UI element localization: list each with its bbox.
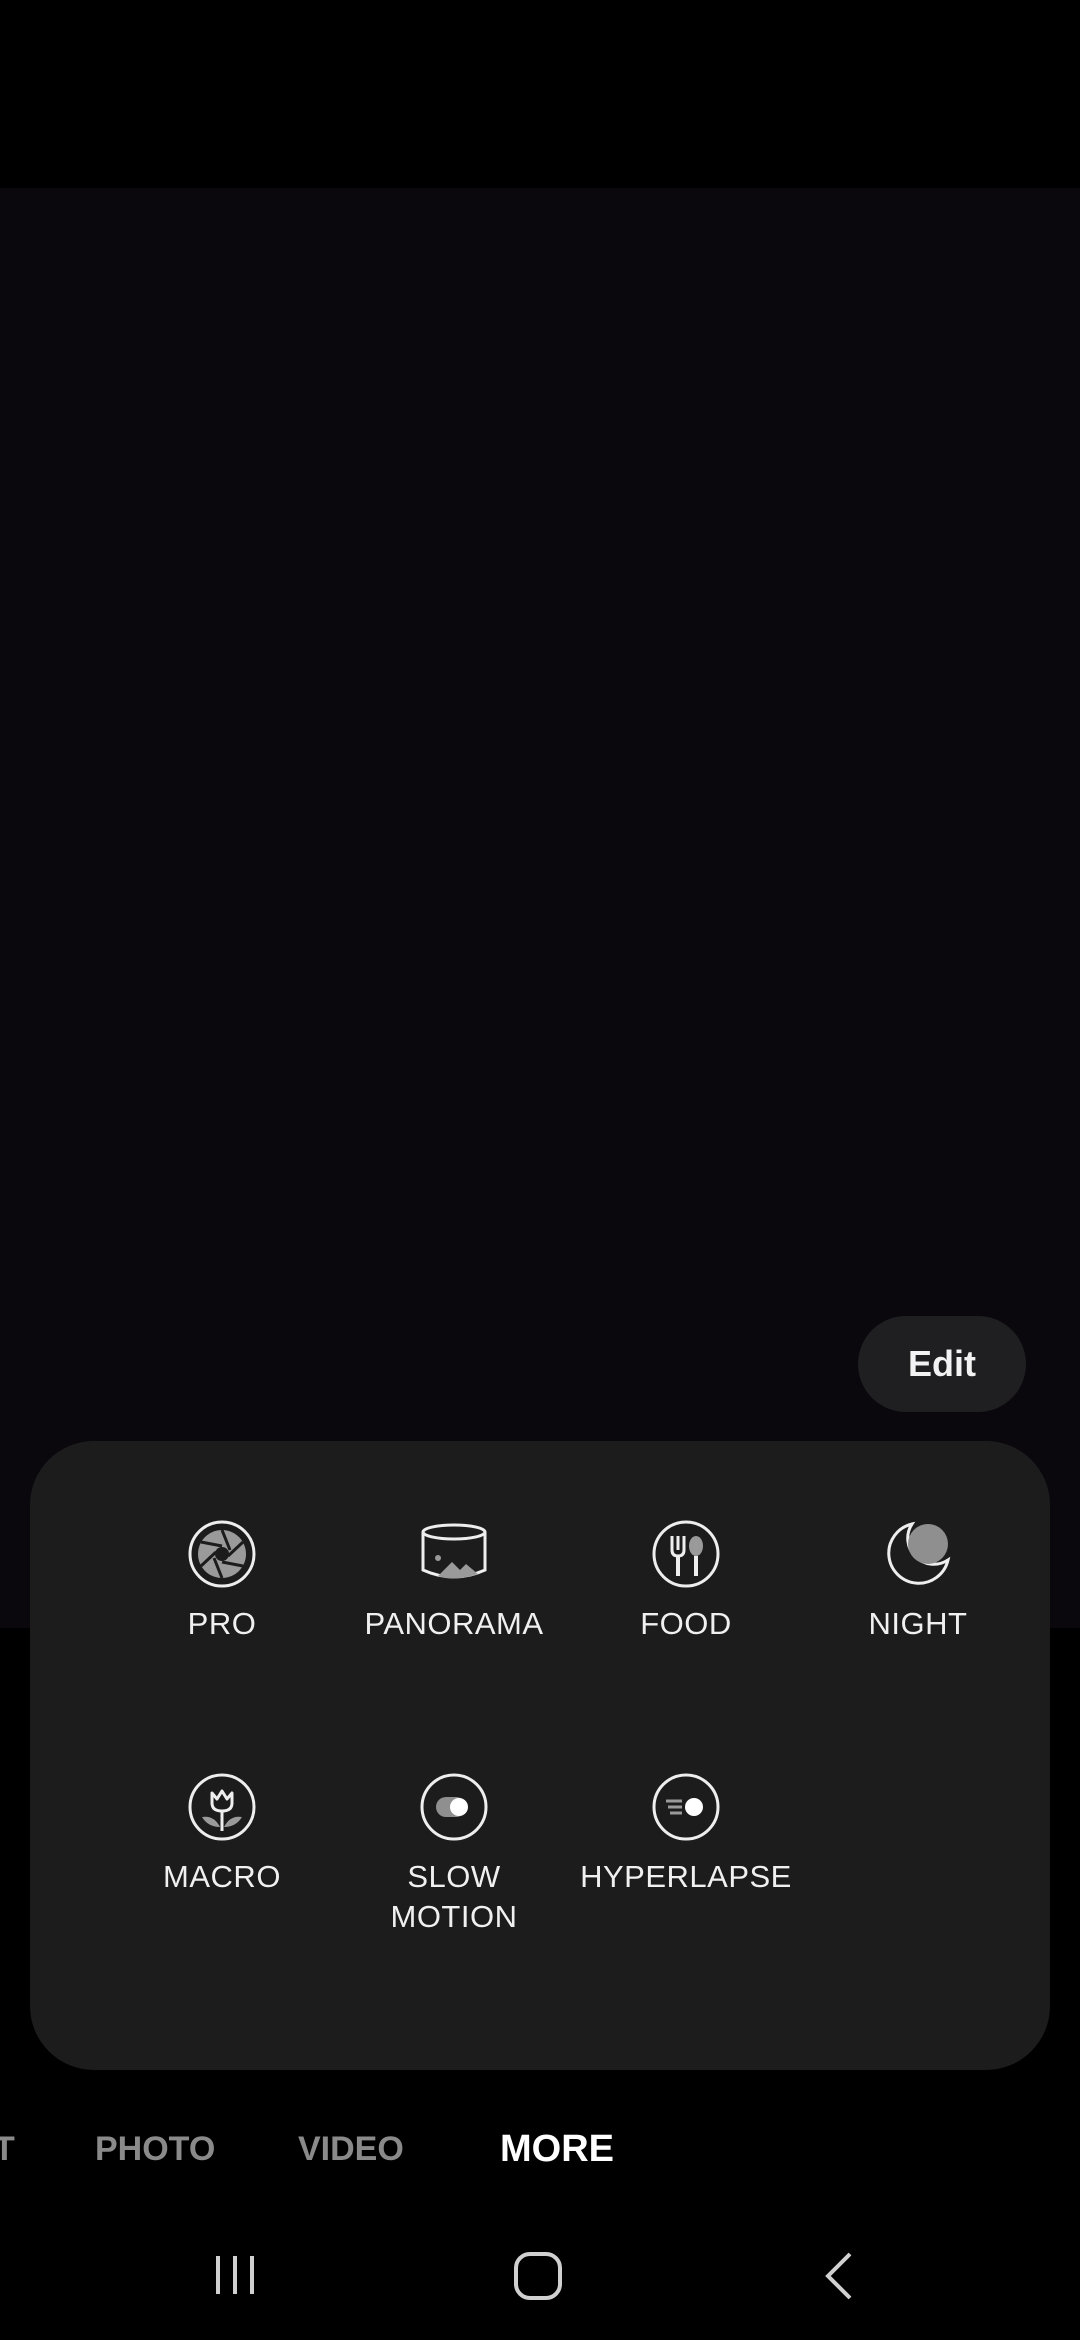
mode-label: MACRO [163, 1859, 281, 1894]
tab-more[interactable]: MORE [500, 2128, 614, 2171]
food-icon [652, 1520, 720, 1588]
mode-label: PRO [187, 1606, 257, 1641]
mode-pro[interactable]: PRO [107, 1518, 337, 1644]
recent-apps-icon[interactable] [210, 2250, 260, 2300]
moon-icon [887, 1521, 951, 1585]
tab-video[interactable]: VIDEO [298, 2130, 404, 2169]
tab-photo[interactable]: PHOTO [95, 2130, 215, 2169]
edit-button[interactable]: Edit [858, 1316, 1026, 1412]
mode-label: FOOD [640, 1606, 732, 1641]
mode-label-line: SLOW [407, 1859, 501, 1894]
more-modes-panel: PRO PANORAMA FOOD NIGHT MACRO SLOW MOTIO… [30, 1441, 1050, 2070]
camera-screen: Edit PRO PANORAMA FOOD NIGHT MACRO SLOW … [0, 0, 1080, 2340]
mode-night[interactable]: NIGHT [803, 1518, 1033, 1644]
back-icon[interactable] [818, 2250, 858, 2302]
tab-partial[interactable]: T [0, 2130, 15, 2169]
mode-label: HYPERLAPSE [580, 1859, 792, 1894]
edit-button-label: Edit [908, 1343, 976, 1384]
mode-panorama[interactable]: PANORAMA [339, 1518, 569, 1644]
mode-label: NIGHT [868, 1606, 968, 1641]
mode-label: SLOW MOTION [391, 1857, 518, 1937]
panorama-icon [421, 1523, 487, 1579]
mode-hyperlapse[interactable]: HYPERLAPSE [571, 1771, 801, 1897]
mode-food[interactable]: FOOD [571, 1518, 801, 1644]
mode-macro[interactable]: MACRO [107, 1771, 337, 1897]
mode-label-line: MOTION [390, 1899, 518, 1934]
mode-slow-motion[interactable]: SLOW MOTION [339, 1771, 569, 1937]
slow-motion-icon [420, 1773, 488, 1841]
home-icon[interactable] [512, 2250, 564, 2302]
camera-mode-bar: T PHOTO VIDEO MORE [0, 2120, 1080, 2188]
mode-label: PANORAMA [364, 1606, 544, 1641]
hyperlapse-icon [652, 1773, 720, 1841]
flower-icon [188, 1773, 256, 1841]
camera-viewfinder[interactable] [0, 188, 1080, 1628]
aperture-icon [188, 1520, 256, 1588]
system-nav-bar [0, 2220, 1080, 2340]
